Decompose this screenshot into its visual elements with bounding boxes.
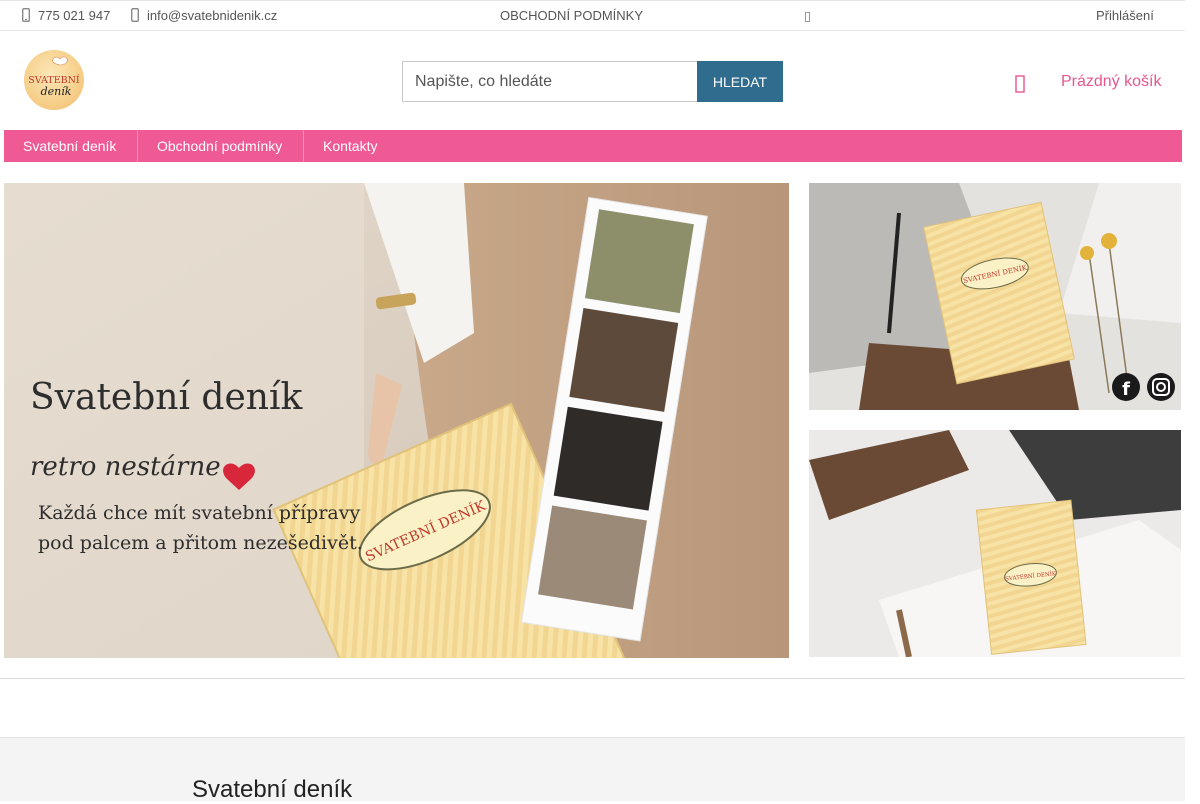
svg-text:f: f xyxy=(1122,379,1130,400)
hero-line-2: pod palcem a přitom nezešedivět. xyxy=(38,532,363,554)
cart-icon[interactable] xyxy=(1012,72,1028,94)
social-icon[interactable] xyxy=(805,10,810,26)
phone-number: 775 021 947 xyxy=(38,8,111,23)
nav-item-obchodni-podminky[interactable]: Obchodní podmínky xyxy=(138,130,301,162)
hero-line-1: Každá chce mít svatební přípravy xyxy=(38,502,360,524)
phone-contact[interactable]: 775 021 947 xyxy=(22,8,110,24)
facebook-icon[interactable]: f xyxy=(1112,373,1140,401)
main-nav: Svatební deník Obchodní podmínky Kontakt… xyxy=(4,130,1182,162)
footer-section: Svatební deník xyxy=(0,737,1185,803)
top-bar: 775 021 947 info@svatebnidenik.cz OBCHOD… xyxy=(0,0,1185,31)
search-button[interactable]: HLEDAT xyxy=(697,61,783,102)
hero-title: Svatební deník xyxy=(30,377,303,418)
svg-text:deník: deník xyxy=(41,85,72,98)
email-address: info@svatebnidenik.cz xyxy=(147,8,278,23)
nav-item-kontakty[interactable]: Kontakty xyxy=(304,130,396,162)
section-divider xyxy=(0,678,1185,679)
cart-label[interactable]: Prázdný košík xyxy=(1061,73,1161,91)
side-banner-top[interactable]: SVATEBNÍ DENÍK f xyxy=(809,183,1181,410)
side-banner-bottom[interactable]: SVATEBNÍ DENÍK xyxy=(809,430,1181,657)
email-icon xyxy=(131,8,139,22)
login-link[interactable]: Přihlášení xyxy=(1096,8,1154,24)
site-logo[interactable]: SVATEBNÍ deník xyxy=(24,50,84,110)
terms-link[interactable]: OBCHODNÍ PODMÍNKY xyxy=(500,8,643,24)
phone-icon xyxy=(22,8,30,22)
instagram-icon[interactable] xyxy=(1147,373,1175,401)
search-bar: HLEDAT xyxy=(402,61,783,102)
nav-item-svatebni-denik[interactable]: Svatební deník xyxy=(4,130,135,162)
email-contact[interactable]: info@svatebnidenik.cz xyxy=(131,8,277,24)
search-input[interactable] xyxy=(402,61,697,102)
hero-banner[interactable]: SVATEBNÍ DENÍK Svatební deník retro nest… xyxy=(4,183,789,658)
hero-subtitle: retro nestárne xyxy=(30,452,221,482)
